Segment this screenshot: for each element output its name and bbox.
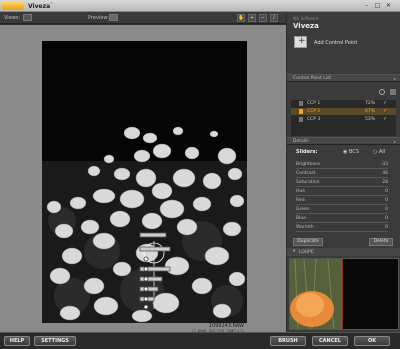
add-control-point-button[interactable]: Add Control Point: [314, 40, 357, 46]
control-point-list: CCP 1 72% ✓ CCP 2 67% ✓ CCP 3 53% ✓: [291, 100, 396, 136]
control-point-list-header[interactable]: Control Point List ▸: [287, 74, 400, 82]
loupe-label: ▾ LOUPE: [293, 249, 314, 255]
title-bar: Viveza™ – □ ✕: [0, 0, 400, 12]
slider-brightness[interactable]: Brightness -33: [296, 162, 396, 171]
maximize-button[interactable]: □: [373, 2, 382, 10]
help-button[interactable]: HELP: [4, 336, 30, 346]
image-canvas[interactable]: 1099243.RAW (1.6MP, ISO 100, DMC-L1): [0, 25, 286, 334]
nik-logo: [2, 2, 24, 10]
slider-green[interactable]: Green 0: [296, 207, 396, 216]
loupe-header[interactable]: ▾ LOUPE: [287, 248, 400, 256]
close-button[interactable]: ✕: [384, 2, 393, 10]
slider-saturation[interactable]: Saturation 28: [296, 180, 396, 189]
sliders-label: Sliders:: [296, 149, 318, 155]
details-header[interactable]: Details ▸: [287, 137, 400, 145]
color-swatch: [299, 117, 303, 122]
minimize-button[interactable]: –: [362, 2, 371, 10]
list-item[interactable]: CCP 3 53% ✓: [291, 116, 396, 123]
checkbox[interactable]: ✓: [383, 108, 387, 114]
delete-button[interactable]: Delete: [369, 238, 393, 246]
view-mode-selector[interactable]: [23, 14, 32, 21]
duplicate-button[interactable]: Duplicate: [293, 238, 323, 246]
photo-preview[interactable]: [42, 41, 247, 323]
viveza-window: Viveza™ – □ ✕ Views: Preview: ✋ + − / 10…: [0, 0, 400, 349]
panel-title: Viveza: [293, 22, 319, 30]
mode-bcs-radio[interactable]: ◉ BCS: [343, 149, 359, 155]
loupe-image: [290, 259, 398, 329]
collapse-icon[interactable]: ▸: [394, 76, 396, 81]
slider-warmth[interactable]: Warmth 0: [296, 225, 396, 234]
preview-checkbox[interactable]: [109, 14, 118, 21]
panel-subtitle: Nik Software: [293, 16, 319, 21]
list-item-selected[interactable]: CCP 2 67% ✓: [291, 108, 396, 115]
list-item[interactable]: CCP 1 72% ✓: [291, 100, 396, 107]
loupe-view[interactable]: [289, 258, 399, 330]
checkbox[interactable]: ✓: [383, 100, 387, 106]
app-title: Viveza™: [28, 2, 54, 10]
toolbar: Views: Preview: ✋ + − /: [0, 12, 286, 24]
collapse-icon[interactable]: ▸: [394, 139, 396, 144]
details-label: Details: [293, 139, 309, 144]
slider-blue[interactable]: Blue 0: [296, 216, 396, 225]
settings-button[interactable]: SETTINGS: [34, 336, 76, 346]
zoom-out-icon[interactable]: −: [259, 14, 267, 22]
slider-contrast[interactable]: Contrast 46: [296, 171, 396, 180]
preview-label: Preview:: [88, 15, 109, 21]
slider-hue[interactable]: Hue 0: [296, 189, 396, 198]
flower-photo: [42, 41, 247, 323]
eyedropper-icon[interactable]: /: [270, 14, 278, 22]
brush-button[interactable]: BRUSH: [270, 336, 306, 346]
slider-red[interactable]: Red 0: [296, 198, 396, 207]
bottom-bar: HELP SETTINGS BRUSH CANCEL OK: [0, 332, 400, 349]
color-swatch: [299, 101, 303, 106]
hand-tool-icon[interactable]: ✋: [237, 14, 245, 22]
color-swatch: [299, 109, 303, 114]
zoom-in-icon[interactable]: +: [248, 14, 256, 22]
checkbox[interactable]: ✓: [383, 116, 387, 122]
mode-all-radio[interactable]: ○ All: [373, 149, 385, 155]
right-panel: Nik Software Viveza Add Control Point Co…: [287, 12, 400, 332]
control-point-list-label: Control Point List: [293, 76, 332, 81]
cancel-button[interactable]: CANCEL: [312, 336, 348, 346]
add-control-point-icon[interactable]: [294, 36, 307, 48]
views-label: Views:: [4, 15, 21, 21]
ok-button[interactable]: OK: [354, 336, 390, 346]
group-icon[interactable]: [379, 89, 385, 95]
show-selection-icon[interactable]: [390, 89, 396, 95]
